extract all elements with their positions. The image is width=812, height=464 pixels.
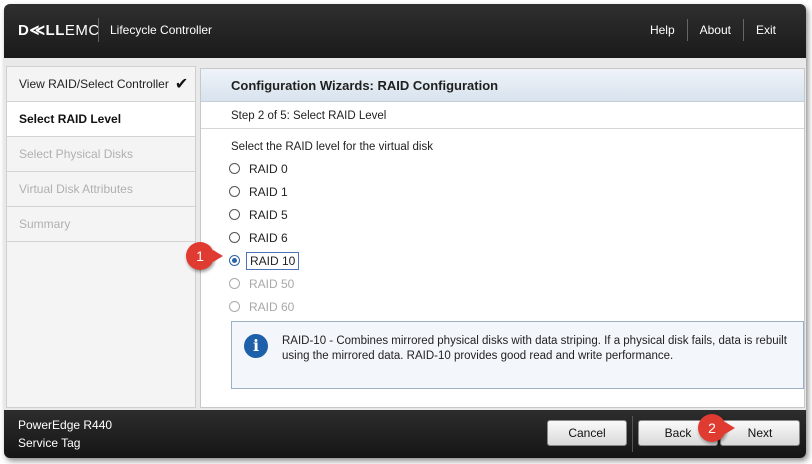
radio-button[interactable]	[229, 209, 240, 220]
radio-label: RAID 6	[249, 230, 288, 245]
header-links: Help About Exit	[638, 19, 788, 41]
wizard-steps-sidebar: View RAID/Select Controller ✔ Select RAI…	[6, 66, 196, 408]
dell-emc-logo: D≪LLEMC	[18, 22, 100, 39]
radio-label: RAID 10	[246, 251, 300, 270]
radio-label: RAID 0	[249, 161, 288, 176]
about-link[interactable]: About	[688, 23, 743, 37]
sidebar-item-label: Select Physical Disks	[19, 147, 134, 161]
exit-link[interactable]: Exit	[744, 23, 788, 37]
main-panel: Configuration Wizards: RAID Configuratio…	[200, 68, 805, 408]
page-title: Configuration Wizards: RAID Configuratio…	[231, 78, 499, 93]
sidebar-item-label: Select RAID Level	[19, 112, 122, 126]
raid-level-options: RAID 0 RAID 1 RAID 5 RAID 6 RAID 10 RAID…	[229, 157, 300, 318]
app-title: Lifecycle Controller	[110, 23, 213, 37]
footer-divider	[632, 416, 633, 452]
radio-button[interactable]	[229, 232, 240, 243]
checkmark-icon: ✔	[174, 76, 189, 93]
sidebar-item-label: View RAID/Select Controller	[19, 77, 169, 91]
radio-button-disabled	[229, 301, 240, 312]
radio-option-raid-10[interactable]: RAID 10	[229, 249, 300, 272]
sidebar-item-summary: Summary	[7, 207, 195, 242]
panel-header: Configuration Wizards: RAID Configuratio…	[201, 69, 804, 102]
radio-option-raid-5[interactable]: RAID 5	[229, 203, 299, 226]
radio-button[interactable]	[229, 163, 240, 174]
radio-option-raid-0[interactable]: RAID 0	[229, 157, 299, 180]
radio-option-raid-6[interactable]: RAID 6	[229, 226, 299, 249]
radio-option-raid-50: RAID 50	[229, 272, 299, 295]
sidebar-item-label: Virtual Disk Attributes	[19, 182, 133, 196]
service-tag-label: Service Tag	[18, 436, 81, 450]
radio-label: RAID 1	[249, 184, 288, 199]
radio-button-disabled	[229, 278, 240, 289]
radio-label: RAID 50	[249, 276, 295, 291]
sidebar-item-view-raid[interactable]: View RAID/Select Controller ✔	[7, 67, 195, 102]
sidebar-item-virtual-disk-attributes: Virtual Disk Attributes	[7, 172, 195, 207]
cancel-button[interactable]: Cancel	[547, 420, 627, 446]
divider	[201, 128, 804, 129]
header-divider	[98, 18, 99, 42]
raid-info-box: i RAID-10 - Combines mirrored physical d…	[231, 321, 804, 389]
radio-label: RAID 5	[249, 207, 288, 222]
info-icon: i	[244, 334, 268, 358]
radio-option-raid-1[interactable]: RAID 1	[229, 180, 299, 203]
server-model: PowerEdge R440	[18, 418, 113, 432]
radio-button[interactable]	[229, 186, 240, 197]
sidebar-item-select-raid-level[interactable]: Select RAID Level	[7, 102, 195, 137]
callout-marker-1: 1	[186, 242, 223, 270]
app-footer: PowerEdge R440 Service Tag Cancel Back N…	[4, 410, 806, 458]
radio-label: RAID 60	[249, 299, 295, 314]
lifecycle-controller-window: D≪LLEMC Lifecycle Controller Help About …	[4, 4, 806, 458]
step-indicator: Step 2 of 5: Select RAID Level	[231, 110, 387, 122]
raid-level-prompt: Select the RAID level for the virtual di…	[231, 141, 433, 153]
callout-marker-2: 2	[698, 414, 735, 442]
raid-description: RAID-10 - Combines mirrored physical dis…	[282, 335, 787, 362]
app-header: D≪LLEMC Lifecycle Controller Help About …	[4, 4, 806, 58]
help-link[interactable]: Help	[638, 23, 687, 37]
radio-button-selected[interactable]	[229, 255, 240, 266]
sidebar-item-label: Summary	[19, 217, 71, 231]
radio-option-raid-60: RAID 60	[229, 295, 299, 318]
sidebar-item-select-physical-disks: Select Physical Disks	[7, 137, 195, 172]
